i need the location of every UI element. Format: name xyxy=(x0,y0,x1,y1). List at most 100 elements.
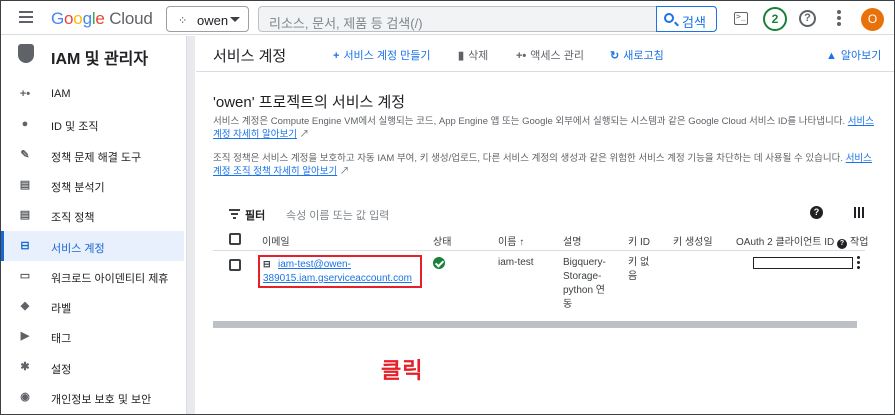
header-name[interactable]: 이름 ↑ xyxy=(498,233,524,248)
sidebar-item-badge[interactable]: ▭ 워크로드 아이덴티티 제휴 xyxy=(1,261,184,291)
service-account-email-link[interactable]: iam-test@owen-389015.iam.gserviceaccount… xyxy=(263,258,421,286)
header-key-created[interactable]: 키 생성일 xyxy=(673,233,713,248)
learn-button[interactable]: ▲ 알아보기 xyxy=(826,47,881,63)
external-link-icon: ↗ xyxy=(339,166,350,177)
search-placeholder: 리소스, 문서, 제품 등 검색(/) xyxy=(269,16,423,31)
sidebar-item-label: ID 및 조직 xyxy=(51,121,99,134)
section-heading: 'owen' 프로젝트의 서비스 계정 xyxy=(213,94,406,111)
cloud-shell-icon[interactable] xyxy=(734,12,748,25)
search-button-label: 검색 xyxy=(682,15,706,30)
create-button-label: 서비스 계정 만들기 xyxy=(343,50,431,62)
notification-badge[interactable]: 2 xyxy=(763,7,787,31)
sidebar-item-label: IAM xyxy=(51,88,71,100)
avatar[interactable]: O xyxy=(861,8,884,31)
refresh-button-label: 새로고침 xyxy=(623,50,664,62)
project-dots-icon: ⁘ xyxy=(178,15,188,27)
horizontal-scrollbar[interactable] xyxy=(213,321,857,328)
iam-shield-icon xyxy=(18,44,34,63)
policy-analyzer-icon: ▤ xyxy=(19,178,31,191)
intro-paragraph: 서비스 계정은 Compute Engine VM에서 실행되는 코드, App… xyxy=(213,115,883,141)
click-annotation: 클릭 xyxy=(381,358,424,383)
header-oauth-label: OAuth 2 클라이언트 ID xyxy=(736,237,835,248)
delete-button-label: 삭제 xyxy=(468,50,489,62)
plus-icon: + xyxy=(333,50,340,62)
filter-icon xyxy=(229,209,240,221)
org-policy-paragraph: 조직 정책은 서비스 계정을 보호하고 자동 IAM 부여, 키 생성/업로드,… xyxy=(213,152,883,178)
filter-bar: 필터 속성 이름 또는 값 입력 ? xyxy=(213,202,864,224)
header-oauth-client-id[interactable]: OAuth 2 클라이언트 ID ? xyxy=(736,233,848,249)
refresh-button[interactable]: ↻ 새로고침 xyxy=(610,47,664,63)
sidebar-item-label[interactable]: ◆ 라벨 xyxy=(1,291,184,321)
account-key-id: 키 없음 xyxy=(628,257,650,282)
sidebar-item-tag[interactable]: ▶ 태그 xyxy=(1,321,184,351)
account-name: iam-test xyxy=(498,257,534,268)
page-title: 서비스 계정 xyxy=(213,48,287,65)
trash-icon: ▮ xyxy=(458,50,465,62)
header-email[interactable]: 이메일 xyxy=(262,233,290,248)
sidebar-item-article[interactable]: ▤ 조직 정책 xyxy=(1,200,184,230)
search-icon xyxy=(664,13,674,23)
sidebar-item-policy-analyzer[interactable]: ▤ 정책 분석기 xyxy=(1,170,184,200)
sidebar-item-label: 서비스 계정 xyxy=(51,242,105,255)
sidebar-scrollbar[interactable] xyxy=(186,36,195,414)
sort-arrow-up-icon: ↑ xyxy=(519,237,525,248)
search-button[interactable]: 검색 xyxy=(656,6,717,32)
external-link-icon: ↗ xyxy=(299,129,310,140)
delete-button[interactable]: ▮ 삭제 xyxy=(458,47,488,63)
learn-button-label: 알아보기 xyxy=(840,50,882,62)
sidebar-item-shield[interactable]: ◉ 개인정보 보호 및 보안 xyxy=(1,382,184,412)
sidebar-item-label: 정책 문제 해결 도구 xyxy=(51,151,142,164)
top-bar: Google Cloud ⁘ owen 리소스, 문서, 제품 등 검색(/) … xyxy=(1,1,894,35)
sidebar-item-gear[interactable]: ✱ 설정 xyxy=(1,352,184,382)
header-name-label: 이름 xyxy=(498,237,517,248)
person-add-icon: +• xyxy=(19,88,31,100)
header-status[interactable]: 상태 xyxy=(433,233,451,248)
logo-cloud-text: Cloud xyxy=(104,9,153,28)
google-cloud-logo[interactable]: Google Cloud xyxy=(51,9,153,29)
label-icon: ◆ xyxy=(20,300,30,313)
column-display-icon[interactable] xyxy=(854,207,866,218)
school-icon: ▲ xyxy=(826,50,837,62)
header-key-id[interactable]: 키 ID xyxy=(628,233,650,248)
sidebar-item-label: 라벨 xyxy=(51,303,72,316)
project-name: owen xyxy=(197,13,229,28)
account-description: Bigquery-Storage-python 연동 xyxy=(563,257,606,310)
tag-icon: ▶ xyxy=(20,330,30,343)
header-description[interactable]: 설명 xyxy=(563,233,581,248)
sidebar-item-service-account[interactable]: ⊟ 서비스 계정 xyxy=(1,230,184,261)
search-input[interactable]: 리소스, 문서, 제품 등 검색(/) 검색 xyxy=(258,6,717,32)
help-icon[interactable]: ? xyxy=(799,10,816,27)
row-actions-kebab-icon[interactable] xyxy=(857,256,861,271)
filter-input[interactable]: 속성 이름 또는 값 입력 xyxy=(286,207,389,223)
sidebar-item-label: 정책 분석기 xyxy=(51,181,105,194)
select-all-checkbox[interactable] xyxy=(229,233,241,245)
sidebar-item-label: 태그 xyxy=(51,333,72,346)
main-content: 서비스 계정 + 서비스 계정 만들기 ▮ 삭제 +• 액세스 관리 ↻ 새로고침 ▲ 알… xyxy=(196,36,894,414)
sidebar-item-person-add[interactable]: +• IAM xyxy=(1,79,184,109)
hamburger-menu-icon[interactable] xyxy=(19,11,33,23)
more-vert-icon[interactable] xyxy=(837,10,841,28)
row-checkbox[interactable] xyxy=(229,259,241,271)
table-header: 이메일 상태 이름 ↑ 설명 키 ID 키 생성일 OAuth 2 클라이언트 … xyxy=(213,227,869,251)
help-icon[interactable]: ? xyxy=(837,239,848,249)
create-service-account-button[interactable]: + 서비스 계정 만들기 xyxy=(333,47,431,63)
sidebar-title: IAM 및 관리자 xyxy=(51,51,149,68)
service-account-icon: ⊟ xyxy=(20,239,30,252)
chevron-down-icon xyxy=(230,17,240,22)
sidebar-item-label: 개인정보 보호 및 보안 xyxy=(51,394,152,406)
sidebar-item-wrench[interactable]: ✎ 정책 문제 해결 도구 xyxy=(1,140,184,170)
project-selector[interactable]: ⁘ owen xyxy=(166,6,249,32)
sidebar-item-account-circle[interactable]: ● ID 및 조직 xyxy=(1,109,184,139)
manage-access-button[interactable]: +• 액세스 관리 xyxy=(516,47,584,63)
article-icon: ▤ xyxy=(19,209,31,222)
refresh-icon: ↻ xyxy=(610,50,620,62)
redacted-oauth-client-id xyxy=(753,257,853,269)
wrench-icon: ✎ xyxy=(20,148,30,161)
help-icon[interactable]: ? xyxy=(810,206,823,219)
gear-icon: ✱ xyxy=(20,360,30,373)
email-highlight-box: ⊟ iam-test@owen-389015.iam.gserviceaccou… xyxy=(258,255,422,288)
intro-text: 서비스 계정은 Compute Engine VM에서 실행되는 코드, App… xyxy=(213,116,848,127)
sidebar-item-label: 워크로드 아이덴티티 제휴 xyxy=(51,272,169,285)
account-circle-icon: ● xyxy=(21,118,29,131)
header-actions: 작업 xyxy=(850,237,869,248)
